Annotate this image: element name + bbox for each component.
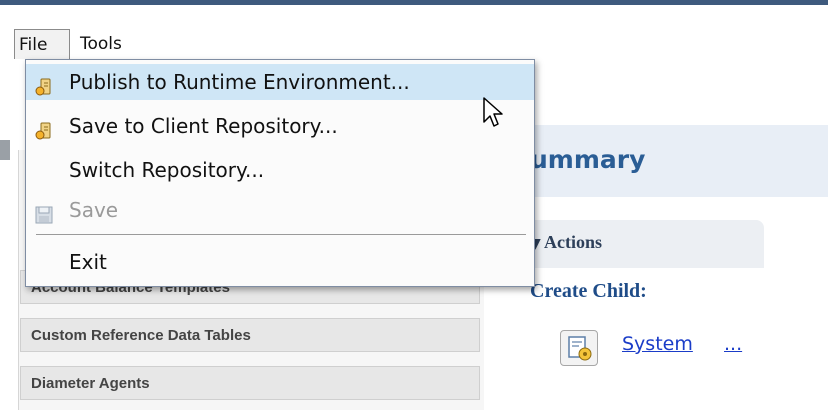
menu-item-save-client-repository[interactable]: Save to Client Repository... xyxy=(26,108,534,144)
actions-title: Actions xyxy=(544,232,602,252)
nav-item-diameter-agents[interactable]: Diameter Agents xyxy=(20,366,480,400)
nav-item-custom-reference-data-tables[interactable]: Custom Reference Data Tables xyxy=(20,318,480,352)
file-menu[interactable]: File xyxy=(14,29,70,59)
tools-menu[interactable]: Tools xyxy=(76,29,126,59)
publish-icon xyxy=(34,72,54,96)
menu-item-publish-runtime[interactable]: Publish to Runtime Environment... xyxy=(26,64,534,100)
menu-item-label: Save xyxy=(69,198,119,222)
menu-item-exit[interactable]: Exit xyxy=(26,244,534,280)
more-link[interactable]: ... xyxy=(724,333,742,355)
create-system-link[interactable]: System xyxy=(622,333,693,355)
menu-item-switch-repository[interactable]: Switch Repository... xyxy=(26,152,534,188)
menu-item-label: Save to Client Repository... xyxy=(69,114,338,138)
save-disk-icon xyxy=(34,200,54,224)
repository-save-icon xyxy=(34,116,54,140)
file-dropdown-menu: Publish to Runtime Environment... Save t… xyxy=(25,59,535,287)
left-panel-edge xyxy=(0,140,10,160)
create-child-label: Create Child: xyxy=(530,280,647,302)
menu-bar: File Tools xyxy=(0,5,828,59)
menu-item-label: Publish to Runtime Environment... xyxy=(69,70,410,94)
menu-item-label: Exit xyxy=(69,250,107,274)
mouse-cursor-icon xyxy=(482,96,506,130)
system-component-icon[interactable] xyxy=(560,330,598,366)
menu-item-save: Save xyxy=(26,192,534,228)
menu-item-label: Switch Repository... xyxy=(69,158,265,182)
menu-separator xyxy=(36,234,526,235)
summary-title: ummary xyxy=(530,145,646,174)
